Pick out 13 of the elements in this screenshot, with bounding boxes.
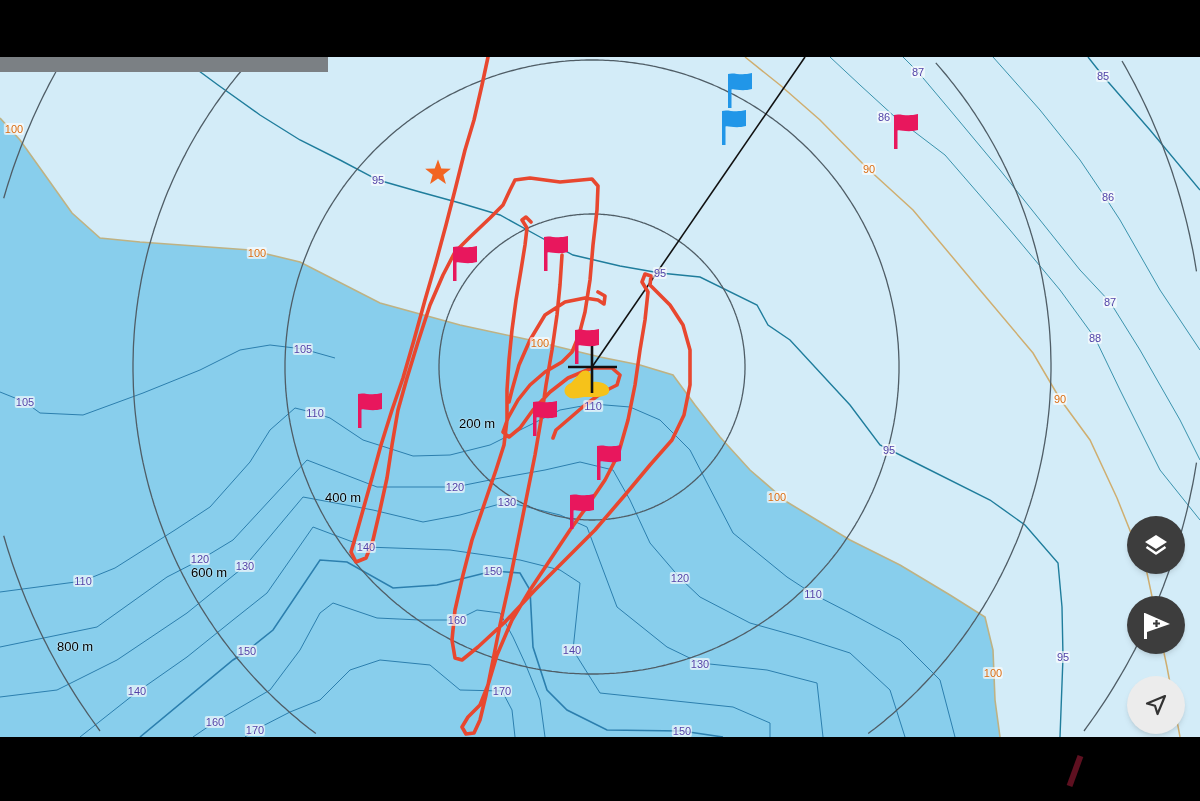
layers-button[interactable] [1127, 516, 1185, 574]
layers-icon [1143, 533, 1169, 557]
navigation-arrow-icon [1144, 693, 1168, 717]
range-label: 800 m [56, 639, 94, 653]
range-label: 600 m [190, 565, 228, 579]
contour-label: 110 [803, 588, 823, 600]
range-label: 400 m [324, 490, 362, 504]
star-icon [424, 159, 452, 185]
range-label: 200 m [458, 416, 496, 430]
marker-icon [564, 370, 610, 399]
locate-button[interactable] [1127, 676, 1185, 734]
add-flag-button[interactable] [1127, 596, 1185, 654]
add-flag-icon [1141, 611, 1171, 639]
